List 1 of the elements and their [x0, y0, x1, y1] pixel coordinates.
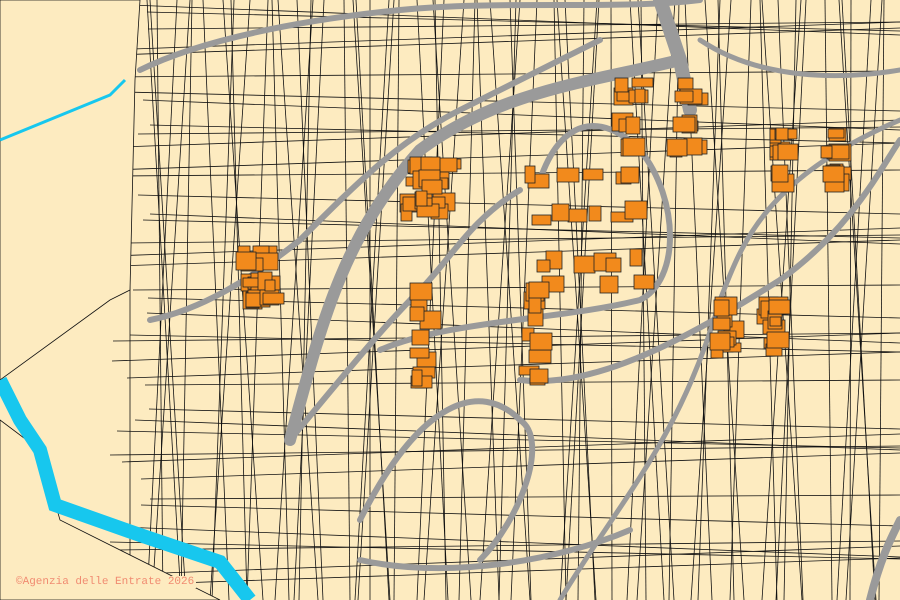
copyright-attribution: ©Agenzia delle Entrate 2026 [14, 576, 196, 588]
